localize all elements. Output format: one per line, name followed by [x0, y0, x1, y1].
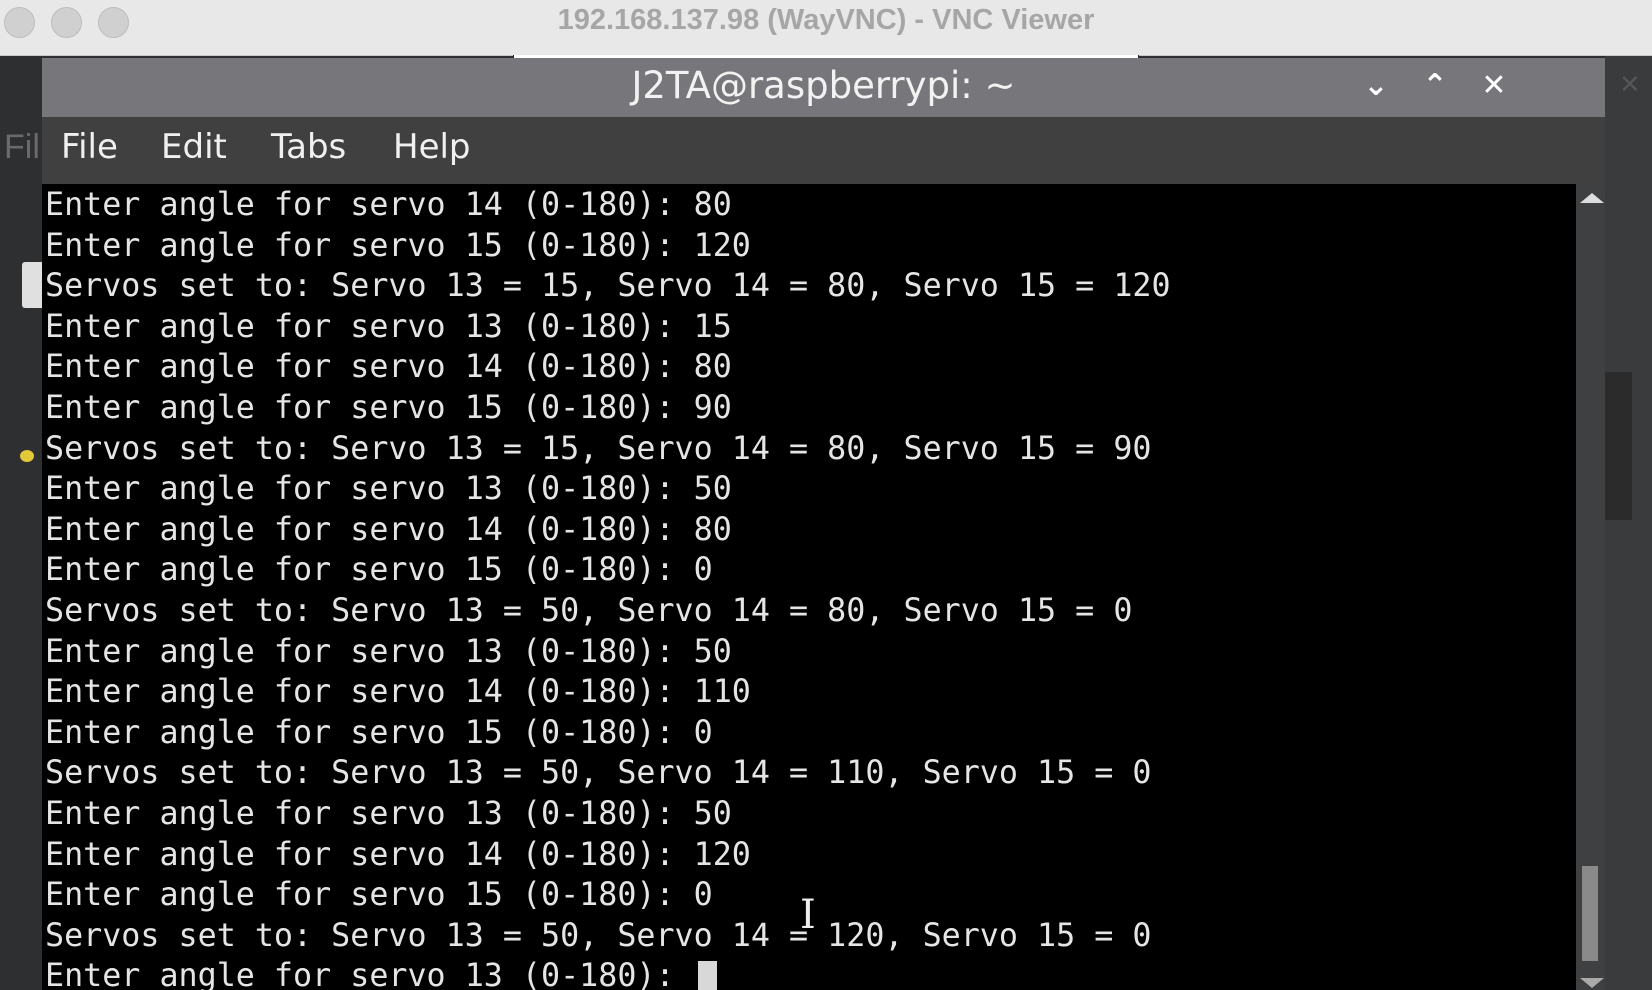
terminal-line: Servos set to: Servo 13 = 50, Servo 14 =… [45, 591, 1132, 632]
terminal-line: Servos set to: Servo 13 = 15, Servo 14 =… [45, 266, 1171, 307]
terminal-line-text: Enter angle for servo 14 (0-180): 120 [45, 836, 751, 873]
menu-tabs[interactable]: Tabs [271, 127, 346, 167]
terminal-line-text: Enter angle for servo 14 (0-180): 110 [45, 674, 751, 711]
terminal-line: Enter angle for servo 14 (0-180): 80 [45, 185, 732, 226]
terminal-titlebar: J2TA@raspberrypi: ~ ⌄ ⌃ ✕ [42, 58, 1605, 117]
terminal-line: Enter angle for servo 15 (0-180): 0 [45, 875, 713, 916]
terminal-line: Enter angle for servo 14 (0-180): 80 [45, 510, 732, 551]
terminal-scrollbar[interactable] [1576, 184, 1605, 990]
terminal-line: Enter angle for servo 15 (0-180): 0 [45, 550, 713, 591]
scrollbar-thumb[interactable] [1582, 866, 1598, 961]
terminal-line-text: Enter angle for servo 13 (0-180): 15 [45, 308, 732, 345]
terminal-line: Servos set to: Servo 13 = 50, Servo 14 =… [45, 753, 1152, 794]
text-cursor-icon: I [800, 892, 816, 938]
terminal-prompt-line: Enter angle for servo 13 (0-180): [45, 956, 717, 990]
terminal-line-text: Servos set to: Servo 13 = 15, Servo 14 =… [45, 430, 1152, 467]
terminal-line: Enter angle for servo 13 (0-180): 50 [45, 794, 732, 835]
terminal-line-text: Servos set to: Servo 13 = 50, Servo 14 =… [45, 593, 1133, 629]
minimize-button[interactable]: ⌄ [1356, 66, 1396, 106]
vnc-window-title: 192.168.137.98 (WayVNC) - VNC Viewer [557, 4, 1095, 36]
terminal-line: Enter angle for servo 13 (0-180): 50 [45, 469, 732, 510]
menu-bar: File Edit Tabs Help [42, 117, 1605, 184]
terminal-line-text: Servos set to: Servo 13 = 50, Servo 14 =… [45, 917, 1152, 954]
terminal-line: Enter angle for servo 14 (0-180): 120 [45, 835, 751, 876]
terminal-line: Enter angle for servo 14 (0-180): 110 [45, 672, 751, 713]
terminal-line: Enter angle for servo 15 (0-180): 90 [45, 388, 732, 429]
background-close-icon: ✕ [1619, 70, 1641, 100]
terminal-cursor [697, 961, 717, 990]
background-window: Fil [0, 56, 42, 990]
terminal-line-text: Enter angle for servo 14 (0-180): 80 [45, 187, 732, 223]
terminal-line-text: Enter angle for servo 15 (0-180): 90 [45, 390, 732, 426]
terminal-line-text: Enter angle for servo 14 (0-180): 80 [45, 349, 732, 386]
terminal-line-text: Enter angle for servo 13 (0-180): 50 [45, 796, 732, 832]
terminal-line: Enter angle for servo 13 (0-180): 50 [45, 632, 732, 673]
terminal-line-text: Enter angle for servo 13 (0-180): 50 [45, 471, 732, 508]
scroll-up-icon[interactable] [1580, 193, 1604, 203]
terminal-line-text: Enter angle for servo 15 (0-180): 0 [45, 552, 713, 589]
menu-file[interactable]: File [61, 127, 118, 167]
terminal-line: Servos set to: Servo 13 = 50, Servo 14 =… [45, 916, 1152, 957]
terminal-line-text: Servos set to: Servo 13 = 50, Servo 14 =… [45, 755, 1152, 792]
terminal-line: Servos set to: Servo 13 = 15, Servo 14 =… [45, 429, 1152, 470]
background-tab [22, 262, 42, 308]
background-window-right: ✕ [1605, 56, 1652, 990]
prompt-text: Enter angle for servo 13 (0-180): [45, 958, 694, 990]
terminal-line: Enter angle for servo 14 (0-180): 80 [45, 347, 732, 388]
background-menu-fragment: Fil [4, 128, 40, 166]
terminal-line: Enter angle for servo 13 (0-180): 15 [45, 307, 732, 348]
scroll-down-icon[interactable] [1580, 978, 1604, 988]
terminal-line-text: Enter angle for servo 15 (0-180): 0 [45, 877, 713, 914]
terminal-line-text: Enter angle for servo 13 (0-180): 50 [45, 633, 732, 670]
terminal-line-text: Servos set to: Servo 13 = 15, Servo 14 =… [45, 268, 1171, 305]
maximize-button[interactable]: ⌃ [1415, 66, 1455, 106]
menu-help[interactable]: Help [393, 127, 471, 167]
terminal-line: Enter angle for servo 15 (0-180): 120 [45, 226, 751, 267]
terminal-line: Enter angle for servo 15 (0-180): 0 [45, 713, 713, 754]
background-panel [1605, 372, 1632, 520]
terminal-line-text: Enter angle for servo 15 (0-180): 120 [45, 227, 751, 264]
terminal-output[interactable]: Enter angle for servo 14 (0-180): 80 Ente… [42, 184, 1576, 990]
menu-edit[interactable]: Edit [161, 127, 227, 167]
terminal-line-text: Enter angle for servo 15 (0-180): 0 [45, 714, 713, 751]
background-icon [20, 450, 34, 462]
vnc-titlebar: 192.168.137.98 (WayVNC) - VNC Viewer [0, 0, 1652, 56]
close-button[interactable]: ✕ [1474, 66, 1514, 106]
terminal-line-text: Enter angle for servo 14 (0-180): 80 [45, 511, 732, 548]
